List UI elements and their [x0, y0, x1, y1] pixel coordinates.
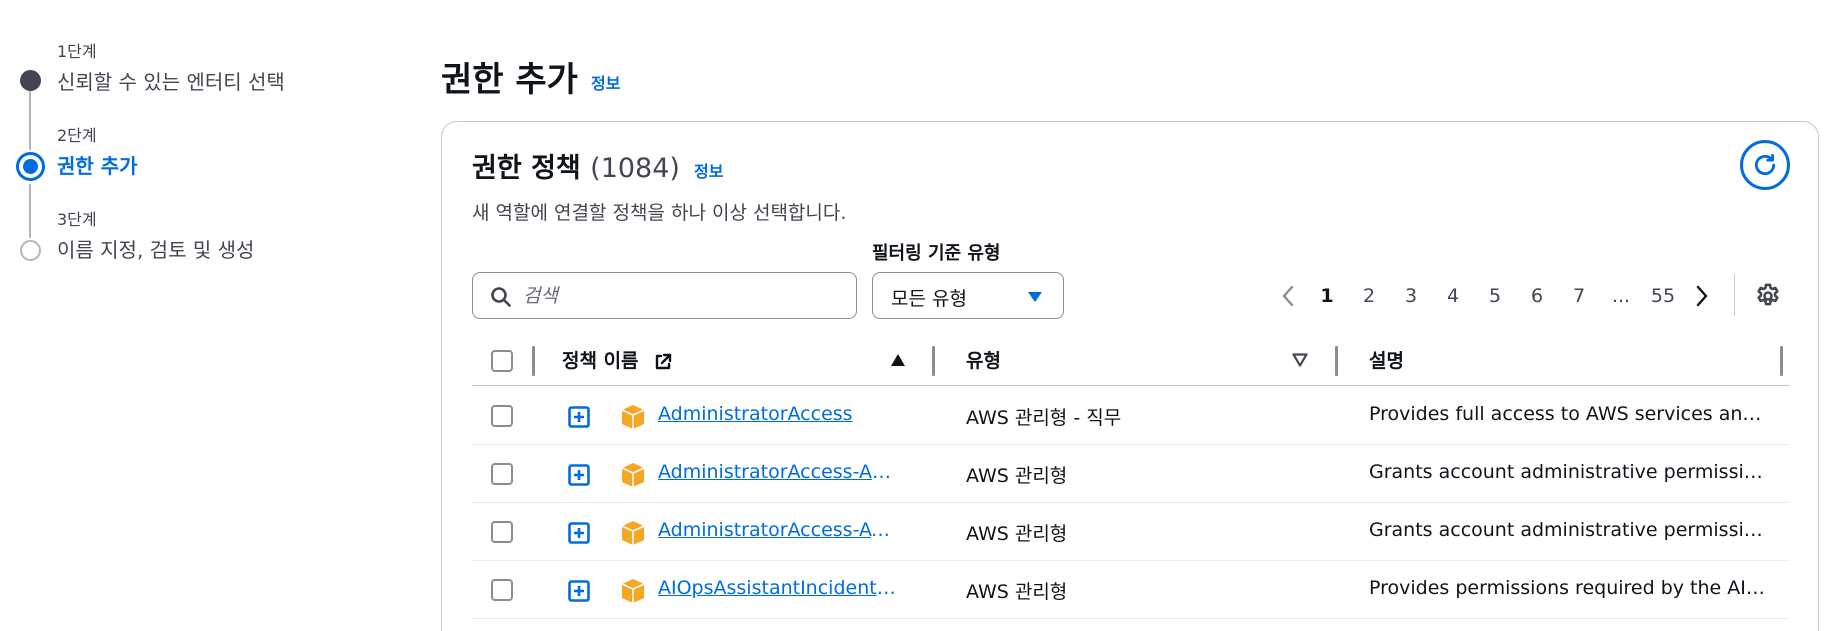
select-all-checkbox[interactable] [491, 350, 513, 372]
step-3-title: 이름 지정, 검토 및 생성 [57, 238, 255, 262]
page-3[interactable]: 3 [1390, 285, 1432, 307]
refresh-icon [1754, 153, 1776, 176]
wizard-steps: 1단계 신뢰할 수 있는 엔터티 선택 2단계 권한 추가 3단계 이름 지정,… [0, 0, 420, 631]
column-header-type[interactable]: 유형 [966, 346, 1001, 373]
row-checkbox[interactable] [491, 521, 513, 543]
aws-managed-policy-icon [621, 463, 645, 487]
column-divider [1335, 346, 1338, 376]
panel-description: 새 역할에 연결할 정책을 하나 이상 선택합니다. [472, 202, 847, 224]
caret-down-icon [1028, 292, 1042, 302]
add-permissions-page: 1단계 신뢰할 수 있는 엔터티 선택 2단계 권한 추가 3단계 이름 지정,… [0, 0, 1837, 631]
page-7[interactable]: 7 [1558, 285, 1600, 307]
page-title: 권한 추가 [441, 60, 578, 100]
policy-description: Provides permissions required by the AIO… [1369, 577, 1769, 599]
step-3-number: 3단계 [57, 210, 97, 229]
search-box [472, 272, 857, 319]
external-link-icon [655, 353, 672, 369]
panel-info-link[interactable]: 정보 [694, 158, 723, 182]
permission-policies-panel: 권한 정책 (1084) 정보 새 역할에 연결할 정책을 하나 이상 선택합니… [441, 121, 1819, 631]
row-checkbox[interactable] [491, 579, 513, 601]
policy-name-link[interactable]: AIOpsAssistantIncidentReportPolicy [658, 577, 898, 599]
policy-description: Grants account administrative permission… [1369, 461, 1769, 483]
policy-name-link[interactable]: AdministratorAccess-Amplify [658, 461, 898, 483]
table-row: AIOpsAssistantIncidentReportPolicy AWS 관… [472, 561, 1790, 619]
page-info-link[interactable]: 정보 [591, 70, 620, 94]
aws-managed-policy-icon [621, 405, 645, 429]
step-2-title: 권한 추가 [57, 154, 138, 178]
expand-plus-icon[interactable] [568, 580, 590, 602]
policy-name-link[interactable]: AdministratorAccess-AWSElasticBeanstalk [658, 519, 898, 541]
column-divider [532, 346, 535, 376]
page-2[interactable]: 2 [1348, 285, 1390, 307]
policy-name-link[interactable]: AdministratorAccess [658, 403, 898, 425]
step-1-indicator [20, 70, 41, 91]
column-header-description[interactable]: 설명 [1369, 346, 1404, 373]
column-divider [932, 346, 935, 376]
sort-unsorted-icon[interactable] [1292, 353, 1308, 367]
step-1-title[interactable]: 신뢰할 수 있는 엔터티 선택 [57, 66, 285, 95]
table-row: AdministratorAccess AWS 관리형 - 직무 Provide… [472, 387, 1790, 445]
step-2-indicator [16, 152, 45, 181]
page-6[interactable]: 6 [1516, 285, 1558, 307]
step-connector [29, 90, 31, 150]
table-row: AdministratorAccess-Amplify AWS 관리형 Gran… [472, 445, 1790, 503]
page-1[interactable]: 1 [1306, 285, 1348, 307]
column-divider [1780, 346, 1783, 376]
table-row: AdministratorAccess-AWSElasticBeanstalk … [472, 503, 1790, 561]
policy-description: Provides full access to AWS services and… [1369, 403, 1769, 425]
column-header-name[interactable]: 정책 이름 [562, 346, 673, 373]
type-filter-select[interactable]: 모든 유형 [872, 272, 1064, 319]
aws-managed-policy-icon [621, 579, 645, 603]
expand-plus-icon[interactable] [568, 522, 590, 544]
pagination: 1 2 3 4 5 6 7 ... 55 [1270, 278, 1720, 314]
column-name-label: 정책 이름 [562, 350, 639, 372]
policy-type: AWS 관리형 - 직무 [966, 407, 1122, 429]
page-ellipsis: ... [1611, 285, 1631, 307]
aws-managed-policy-icon [621, 521, 645, 545]
step-3-indicator [20, 240, 41, 261]
pagination-divider [1734, 274, 1735, 316]
panel-title: 권한 정책 (1084) [472, 146, 680, 185]
search-icon [491, 287, 511, 307]
policy-type: AWS 관리형 [966, 581, 1068, 603]
page-55[interactable]: 55 [1642, 285, 1684, 307]
page-5[interactable]: 5 [1474, 285, 1516, 307]
next-page-button[interactable] [1684, 285, 1720, 307]
policy-count: (1084) [590, 153, 680, 184]
expand-plus-icon[interactable] [568, 406, 590, 428]
policy-type: AWS 관리형 [966, 523, 1068, 545]
step-2-number: 2단계 [57, 126, 97, 145]
row-checkbox[interactable] [491, 463, 513, 485]
step-1-number: 1단계 [57, 42, 97, 61]
sort-ascending-icon[interactable] [890, 353, 906, 367]
expand-plus-icon[interactable] [568, 464, 590, 486]
step-connector [29, 184, 31, 238]
page-4[interactable]: 4 [1432, 285, 1474, 307]
refresh-button[interactable] [1740, 140, 1790, 190]
chevron-left-icon [1282, 285, 1294, 307]
filter-type-label: 필터링 기준 유형 [872, 243, 1001, 264]
policy-description: Grants account administrative permission… [1369, 519, 1769, 541]
preferences-button[interactable] [1754, 282, 1782, 310]
table-header: 정책 이름 유형 설명 [472, 334, 1790, 386]
chevron-right-icon [1696, 285, 1708, 307]
gear-icon [1757, 283, 1779, 306]
policy-type: AWS 관리형 [966, 465, 1068, 487]
panel-title-text: 권한 정책 [472, 153, 581, 184]
row-checkbox[interactable] [491, 405, 513, 427]
type-filter-value: 모든 유형 [891, 288, 967, 310]
previous-page-button[interactable] [1270, 285, 1306, 307]
search-input[interactable] [523, 279, 843, 313]
